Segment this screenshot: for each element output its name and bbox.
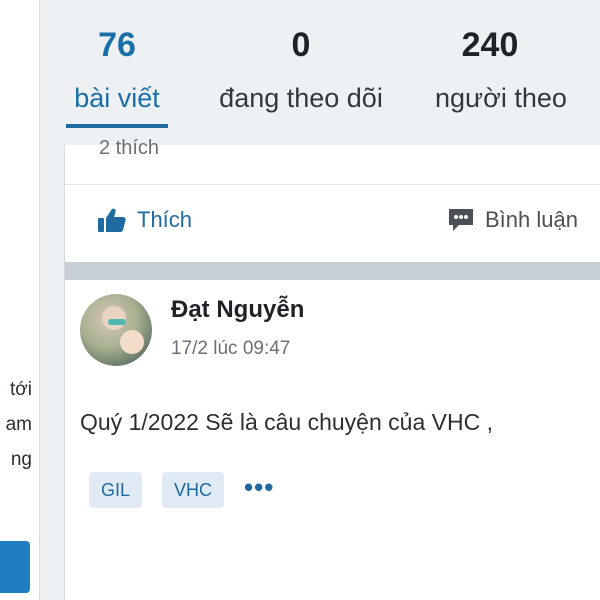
sidebar-button[interactable] xyxy=(0,541,30,593)
stat-followers-value: 240 xyxy=(461,26,519,64)
sidebar-line: tới xyxy=(10,379,32,400)
comment-label: Bình luận xyxy=(485,207,578,232)
stat-followers-label: người theo xyxy=(435,83,567,113)
stat-followers[interactable]: 240 người theo xyxy=(435,25,600,115)
profile-stats: 76 bài viết 0 đang theo dõi 240 người th… xyxy=(0,0,600,140)
post-author[interactable]: Đạt Nguyễn xyxy=(171,296,304,324)
stat-posts[interactable]: 76 bài viết xyxy=(66,25,168,115)
sidebar-line: am xyxy=(5,414,32,435)
post-content: Quý 1/2022 Sẽ là câu chuyện của VHC , xyxy=(80,409,493,435)
comment-icon xyxy=(449,209,473,231)
stat-posts-value: 76 xyxy=(98,26,136,64)
post-timestamp[interactable]: 17/2 lúc 09:47 xyxy=(171,338,290,360)
tag-gil[interactable]: GIL xyxy=(89,472,143,508)
post-separator xyxy=(65,262,600,280)
feed-card: 2 thích Thích Bình luận Đạt Nguyễn 17/2 … xyxy=(64,137,600,600)
post-actions: Thích Bình luận xyxy=(65,185,600,263)
like-label: Thích xyxy=(137,207,193,232)
stat-posts-label: bài viết xyxy=(74,83,160,113)
sidebar-line: ng xyxy=(10,449,32,470)
post-tags: GIL VHC ••• xyxy=(89,472,274,508)
avatar[interactable] xyxy=(80,294,152,366)
tag-vhc[interactable]: VHC xyxy=(162,472,225,508)
active-tab-underline xyxy=(66,124,168,128)
likes-count[interactable]: 2 thích xyxy=(99,137,159,160)
comment-button[interactable]: Bình luận xyxy=(447,207,578,233)
stat-following-label: đang theo dõi xyxy=(219,83,383,113)
thumbs-up-icon xyxy=(98,208,126,232)
more-options-icon[interactable]: ••• xyxy=(244,472,274,502)
like-button[interactable]: Thích xyxy=(97,207,192,233)
sidebar-text: tới am ng xyxy=(0,372,40,477)
